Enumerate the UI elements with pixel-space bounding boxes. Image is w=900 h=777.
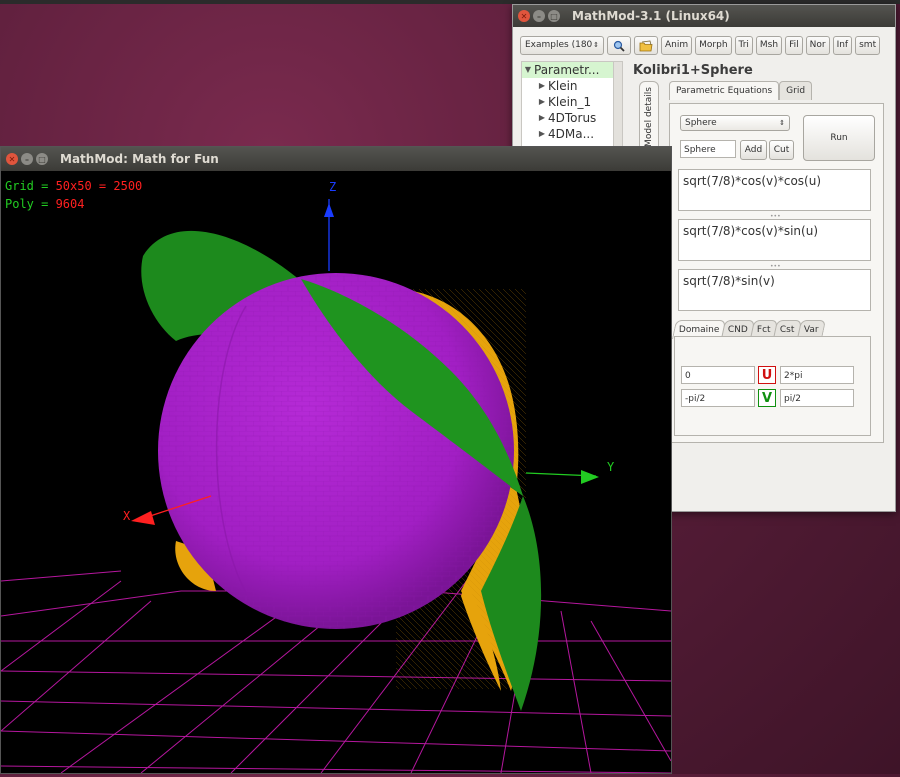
v-max-field[interactable]: pi/2 [780, 389, 854, 407]
fil-button[interactable]: Fil [785, 36, 803, 55]
add-button[interactable]: Add [740, 140, 767, 160]
grid-value: 50x50 = 2500 [55, 179, 143, 193]
run-button[interactable]: Run [803, 115, 875, 161]
close-icon[interactable]: ✕ [6, 153, 18, 165]
parametric-panel: Sphere ⇕ Run Sphere Add Cut sqrt(7/8)*co… [669, 103, 884, 443]
tree-item-label: 4DTorus [548, 111, 597, 125]
expanded-arrow-icon[interactable]: ▼ [522, 62, 534, 78]
tab-parametric-equations[interactable]: Parametric Equations [669, 81, 780, 100]
domain-panel: 0 U 2*pi -pi/2 V pi/2 [674, 336, 871, 436]
search-button[interactable] [607, 36, 631, 55]
y-axis-label: Y [607, 460, 615, 474]
minimize-icon[interactable]: – [21, 153, 33, 165]
tree-item-label: Klein_1 [548, 95, 592, 109]
open-button[interactable] [634, 36, 658, 55]
inf-button[interactable]: Inf [832, 36, 853, 55]
model-tree[interactable]: ▼ Parametr... ▶ Klein ▶ Klein_1 ▶ 4DToru… [521, 61, 614, 147]
main-window-title: MathMod-3.1 (Linux64) [572, 9, 730, 23]
collapsed-arrow-icon[interactable]: ▶ [536, 110, 548, 126]
smt-button[interactable]: smt [855, 36, 881, 55]
magnifier-icon [613, 40, 625, 52]
tree-scrollbar[interactable] [613, 61, 623, 147]
poly-label: Poly = [5, 197, 56, 211]
folder-icon [639, 40, 653, 51]
x-axis-arrow-icon [131, 511, 155, 525]
component-select-value: Sphere [685, 118, 717, 128]
equation-y-field[interactable]: sqrt(7/8)*cos(v)*sin(u) [678, 219, 871, 261]
spin-icon: ⇕ [593, 41, 599, 49]
u-min-field[interactable]: 0 [681, 366, 755, 384]
tab-grid[interactable]: Grid [779, 81, 813, 100]
grid-label: Grid = [5, 179, 56, 193]
viewer-window: ✕ – □ MathMod: Math for Fun Grid = 50x50… [0, 146, 672, 774]
z-axis-label: Z [329, 180, 337, 194]
poly-value: 9604 [55, 197, 85, 211]
v-label: V [758, 389, 776, 407]
component-select[interactable]: Sphere ⇕ [680, 115, 790, 131]
anim-button[interactable]: Anim [661, 36, 693, 55]
morph-button[interactable]: Morph [695, 36, 732, 55]
collapsed-arrow-icon[interactable]: ▶ [536, 94, 548, 110]
grid-readout: Grid = 50x50 = 2500 [5, 179, 142, 193]
component-name-field[interactable]: Sphere [680, 140, 736, 158]
spin-icon: ⇕ [779, 119, 785, 127]
tree-root-label: Parametr... [534, 63, 600, 77]
scene-svg [0, 199, 672, 774]
u-label: U [758, 366, 776, 384]
maximize-icon[interactable]: □ [36, 153, 48, 165]
side-tab-label: Model details [644, 87, 654, 147]
examples-combo[interactable]: Examples (180 ⇕ [520, 36, 604, 55]
equation-x-field[interactable]: sqrt(7/8)*cos(v)*cos(u) [678, 169, 871, 211]
tree-item-4dtorus[interactable]: ▶ 4DTorus [522, 110, 613, 126]
collapsed-arrow-icon[interactable]: ▶ [536, 78, 548, 94]
tree-root-parametric[interactable]: ▼ Parametr... [522, 62, 613, 78]
render-canvas[interactable]: Grid = 50x50 = 2500 Poly = 9604 Z Y X [0, 171, 672, 774]
close-icon[interactable]: ✕ [518, 10, 530, 22]
cut-button[interactable]: Cut [769, 140, 794, 160]
poly-readout: Poly = 9604 [5, 197, 84, 211]
v-min-field[interactable]: -pi/2 [681, 389, 755, 407]
equation-z-field[interactable]: sqrt(7/8)*sin(v) [678, 269, 871, 311]
examples-label: Examples (180 [525, 40, 593, 50]
nor-button[interactable]: Nor [805, 36, 830, 55]
z-axis-arrow-icon [324, 203, 334, 217]
tree-item-4dma[interactable]: ▶ 4DMa... [522, 126, 613, 142]
model-title: Kolibri1+Sphere [633, 63, 753, 78]
u-max-field[interactable]: 2*pi [780, 366, 854, 384]
tree-item-klein[interactable]: ▶ Klein [522, 78, 613, 94]
toolbar: Examples (180 ⇕ Anim Morph Tri Msh Fil N… [513, 27, 895, 59]
tree-item-klein-1[interactable]: ▶ Klein_1 [522, 94, 613, 110]
collapsed-arrow-icon[interactable]: ▶ [536, 126, 548, 142]
side-tab-model-details[interactable]: Model details [639, 81, 659, 153]
main-window-titlebar[interactable]: ✕ – □ MathMod-3.1 (Linux64) [513, 5, 895, 27]
viewer-titlebar[interactable]: ✕ – □ MathMod: Math for Fun [1, 147, 671, 171]
viewer-title: MathMod: Math for Fun [60, 152, 219, 166]
tree-item-label: Klein [548, 79, 578, 93]
msh-button[interactable]: Msh [755, 36, 783, 55]
x-axis-label: X [123, 509, 131, 523]
equation-tabs: Parametric Equations Grid [669, 81, 813, 100]
maximize-icon[interactable]: □ [548, 10, 560, 22]
tri-button[interactable]: Tri [734, 36, 753, 55]
tree-item-label: 4DMa... [548, 127, 595, 141]
y-axis-arrow-icon [581, 470, 599, 484]
minimize-icon[interactable]: – [533, 10, 545, 22]
